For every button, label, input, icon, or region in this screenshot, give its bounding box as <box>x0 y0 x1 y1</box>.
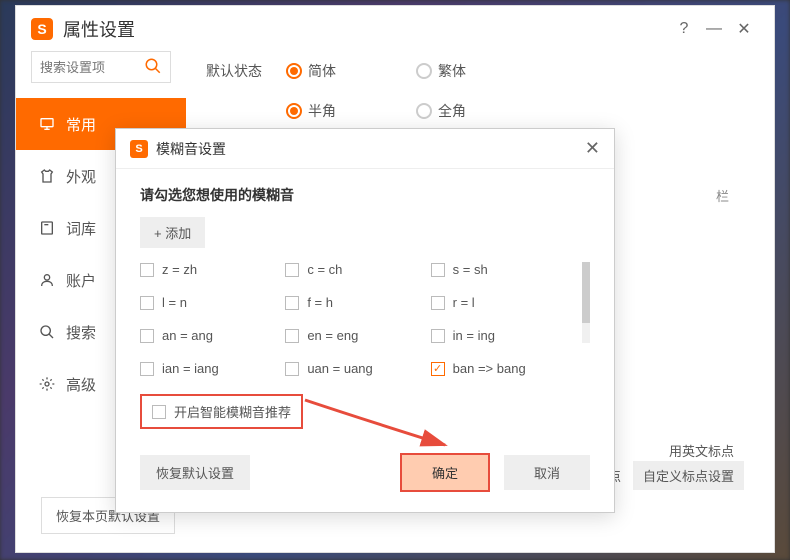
window-title: 属性设置 <box>63 16 135 42</box>
radio-icon <box>286 103 302 119</box>
radio-icon <box>416 63 432 79</box>
monitor-icon <box>38 115 56 133</box>
smart-recommend-label: 开启智能模糊音推荐 <box>174 402 291 421</box>
default-state-label: 默认状态 <box>206 61 286 81</box>
side-text: 栏 <box>716 186 729 205</box>
fuzzy-checkbox-c-ch[interactable]: c = ch <box>285 262 430 277</box>
cancel-button[interactable]: 取消 <box>504 455 590 490</box>
fuzzy-checkbox-uan-uang[interactable]: uan = uang <box>285 361 430 376</box>
scrollbar[interactable] <box>582 262 590 343</box>
sidebar-item-label: 外观 <box>66 166 96 187</box>
dialog-close-button[interactable]: ✕ <box>585 138 600 159</box>
sidebar-item-label: 账户 <box>66 270 96 291</box>
smart-recommend-checkbox[interactable] <box>152 405 166 419</box>
fuzzy-checkbox-ian-iang[interactable]: ian = iang <box>140 361 285 376</box>
fuzzy-checkbox-r-l[interactable]: r = l <box>431 295 576 310</box>
app-logo-icon: S <box>31 18 53 40</box>
dialog-heading: 请勾选您想使用的模糊音 <box>140 185 590 205</box>
sidebar-item-label: 常用 <box>66 114 96 135</box>
search-icon[interactable] <box>144 57 162 80</box>
fuzzy-checkbox-f-h[interactable]: f = h <box>285 295 430 310</box>
custom-punct-settings-button[interactable]: 自定义标点设置 <box>633 461 744 490</box>
gear-icon <box>38 375 56 393</box>
radio-traditional[interactable]: 繁体 <box>416 61 466 81</box>
radio-fullwidth[interactable]: 全角 <box>416 101 466 121</box>
fuzzy-checkbox-an-ang[interactable]: an = ang <box>140 328 285 343</box>
fuzzy-grid: z = zh c = ch s = sh l = n f = h r = l a… <box>140 262 590 376</box>
fuzzy-checkbox-l-n[interactable]: l = n <box>140 295 285 310</box>
titlebar: S 属性设置 ? — ✕ <box>16 6 774 51</box>
shirt-icon <box>38 167 56 185</box>
search-nav-icon <box>38 323 56 341</box>
fuzzy-checkbox-s-sh[interactable]: s = sh <box>431 262 576 277</box>
dialog-logo-icon: S <box>130 140 148 158</box>
close-button[interactable]: ✕ <box>729 19 759 39</box>
user-icon <box>38 271 56 289</box>
fuzzy-checkbox-ban-bang[interactable]: ban => bang <box>431 361 576 376</box>
fuzzy-sound-dialog: S 模糊音设置 ✕ 请勾选您想使用的模糊音 + 添加 z = zh c = ch… <box>115 128 615 513</box>
smart-recommend-highlight: 开启智能模糊音推荐 <box>140 394 303 429</box>
dialog-title: 模糊音设置 <box>156 139 585 159</box>
help-button[interactable]: ? <box>669 20 699 38</box>
radio-icon <box>286 63 302 79</box>
sidebar-item-label: 词库 <box>66 218 96 239</box>
restore-default-button[interactable]: 恢复默认设置 <box>140 455 250 490</box>
fuzzy-checkbox-in-ing[interactable]: in = ing <box>431 328 576 343</box>
add-fuzzy-button[interactable]: + 添加 <box>140 217 205 248</box>
book-icon <box>38 219 56 237</box>
minimize-button[interactable]: — <box>699 20 729 38</box>
radio-halfwidth[interactable]: 半角 <box>286 101 336 121</box>
english-punct-label: 用英文标点 <box>669 441 734 460</box>
fuzzy-checkbox-z-zh[interactable]: z = zh <box>140 262 285 277</box>
radio-icon <box>416 103 432 119</box>
sidebar-item-label: 高级 <box>66 374 96 395</box>
fuzzy-checkbox-en-eng[interactable]: en = eng <box>285 328 430 343</box>
radio-simplified[interactable]: 简体 <box>286 61 336 81</box>
sidebar-item-label: 搜索 <box>66 322 96 343</box>
ok-button[interactable]: 确定 <box>400 453 490 492</box>
